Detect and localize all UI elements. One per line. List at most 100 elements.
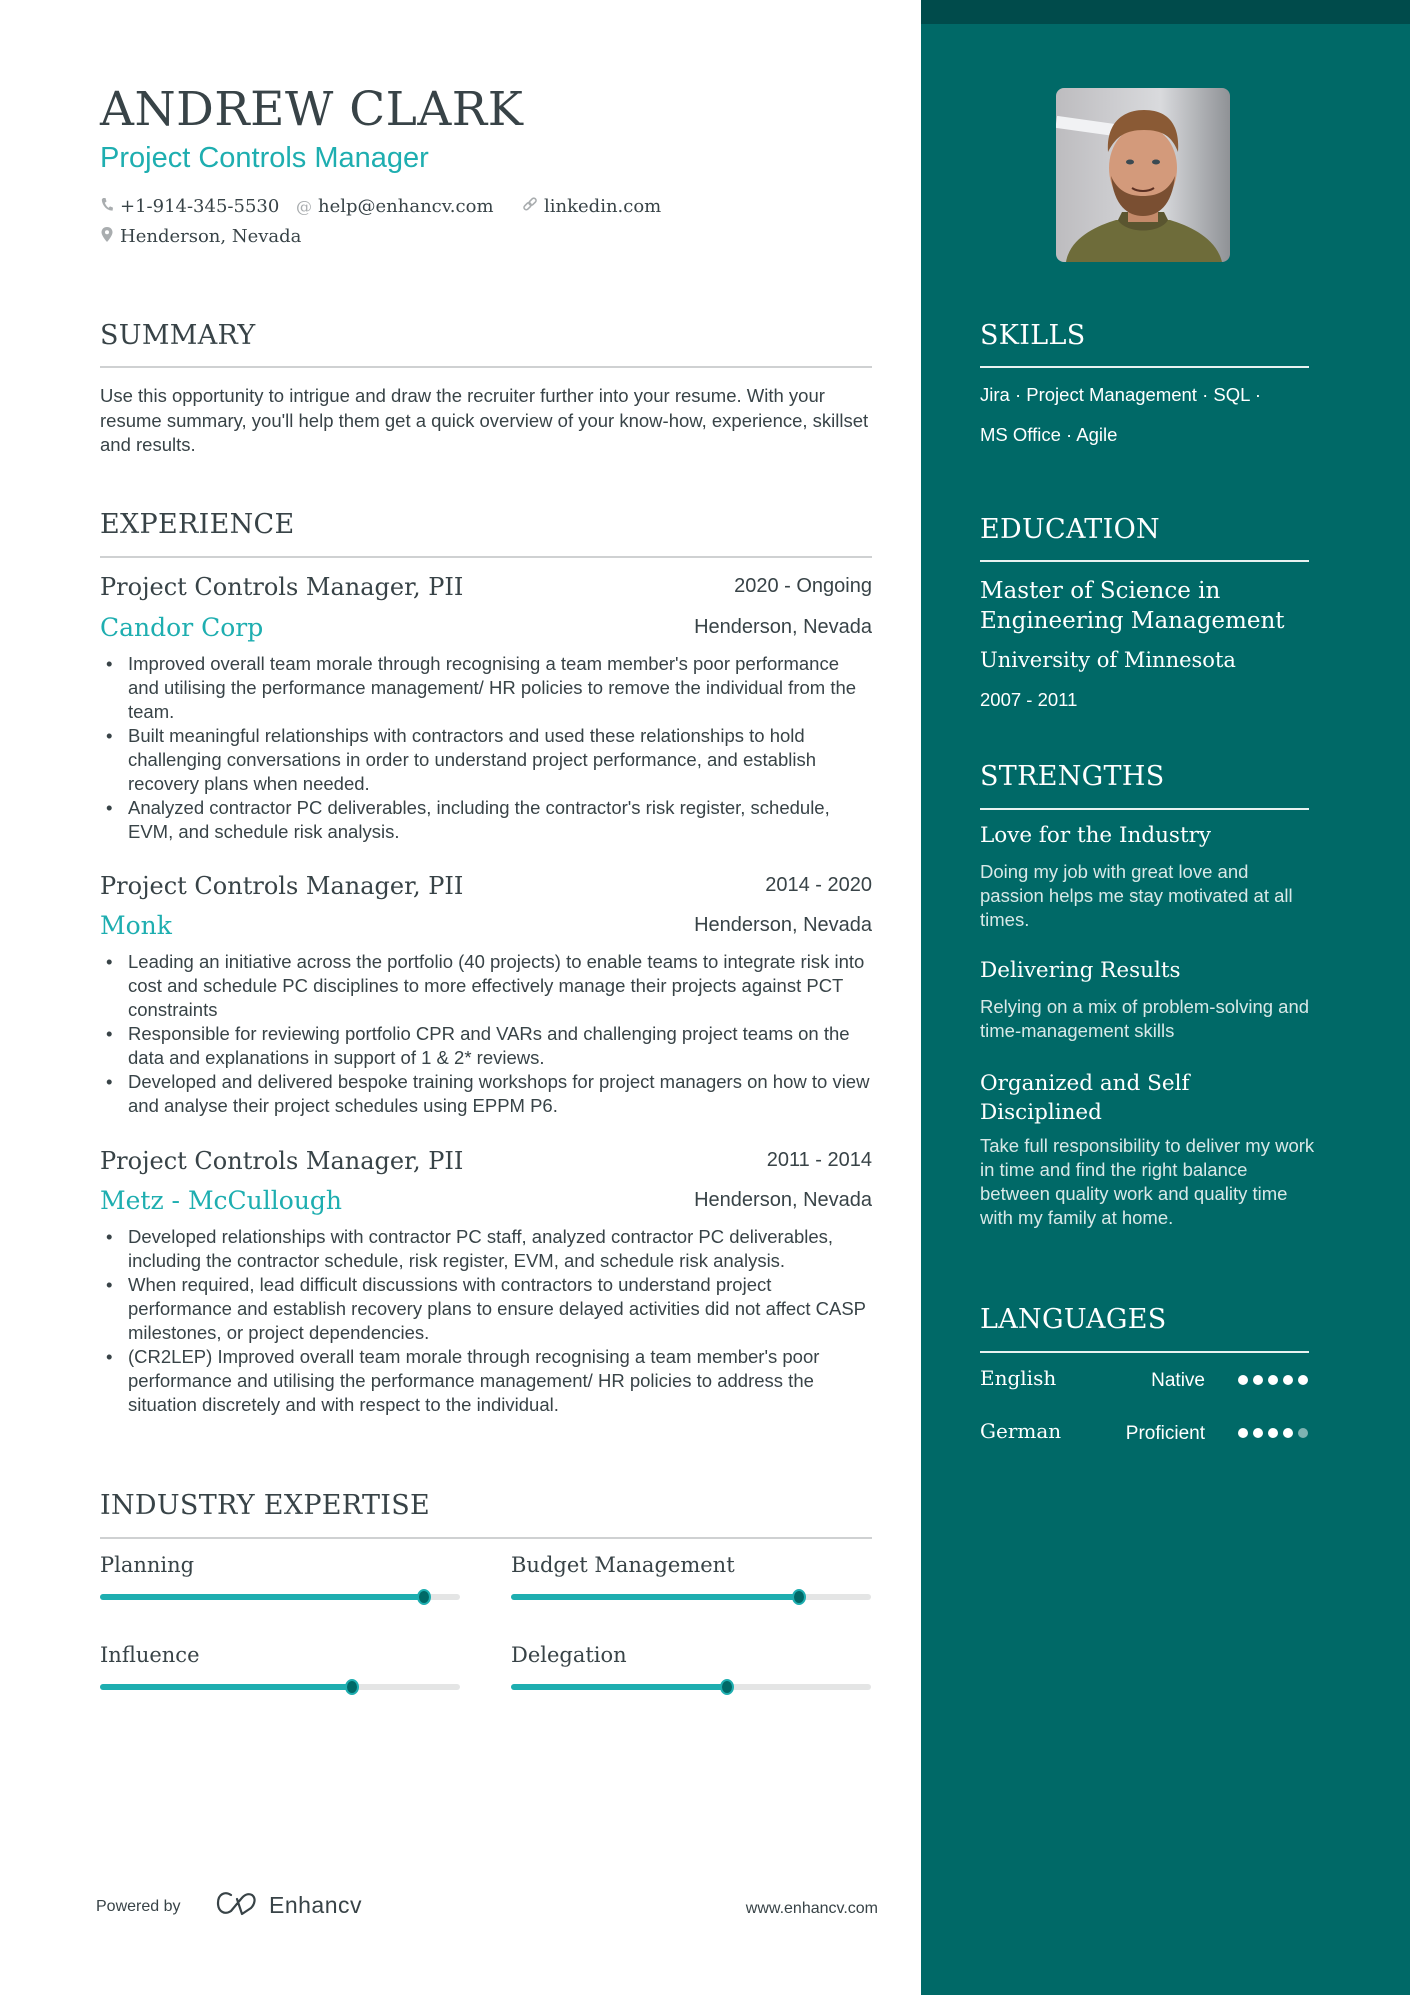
powered-by-label: Powered by — [96, 1898, 181, 1915]
expertise-bar-fill — [100, 1684, 352, 1690]
languages-heading: LANGUAGES — [980, 1304, 1167, 1335]
rating-dot-filled — [1253, 1375, 1263, 1385]
expertise-bar-fill — [511, 1684, 727, 1690]
education-divider — [980, 560, 1309, 562]
job-bullet: Built meaningful relationships with cont… — [106, 724, 872, 796]
company-name: Monk — [100, 911, 172, 940]
language-name: English — [980, 1366, 1057, 1390]
expertise-bar-knob — [417, 1589, 431, 1605]
language-level: Native — [1151, 1370, 1205, 1391]
map-pin-icon — [100, 226, 114, 247]
summary-divider — [100, 366, 872, 368]
education-degree-line-1: Master of Science in — [980, 578, 1221, 604]
rating-dot-filled — [1253, 1428, 1263, 1438]
job-bullet: Responsible for reviewing portfolio CPR … — [106, 1022, 872, 1070]
strength-description: Doing my job with great love and passion… — [980, 861, 1293, 930]
education-school: University of Minnesota — [980, 648, 1236, 672]
rating-dot-filled — [1268, 1375, 1278, 1385]
company-name: Metz - McCullough — [100, 1186, 343, 1215]
job-bullets: Leading an initiative across the portfol… — [100, 950, 872, 1118]
website-link[interactable]: www.enhancv.com — [746, 1900, 878, 1918]
rating-dot-filled — [1238, 1375, 1248, 1385]
link-icon — [522, 196, 538, 217]
language-rating — [1238, 1375, 1308, 1385]
rating-dot-filled — [1298, 1375, 1308, 1385]
job-bullets: Improved overall team morale through rec… — [100, 652, 872, 844]
phone-icon — [100, 197, 114, 217]
rating-dot-filled — [1283, 1428, 1293, 1438]
language-level: Proficient — [1125, 1423, 1205, 1444]
job-bullet: Leading an initiative across the portfol… — [106, 950, 872, 1022]
job-bullet: Developed and delivered bespoke training… — [106, 1070, 872, 1118]
experience-heading: EXPERIENCE — [100, 509, 295, 540]
sidebar-top-band — [921, 0, 1410, 24]
contact-linkedin[interactable]: linkedin.com — [522, 196, 661, 217]
email-link[interactable]: help@enhancv.com — [318, 196, 494, 217]
job-dates: 2020 - Ongoing — [734, 575, 872, 597]
job-location: Henderson, Nevada — [694, 914, 872, 936]
strength-title: Love for the Industry — [980, 823, 1212, 848]
expertise-bar-fill — [511, 1594, 799, 1600]
expertise-divider — [100, 1537, 872, 1539]
job-location: Henderson, Nevada — [694, 616, 872, 638]
strength-description: Take full responsibility to deliver my w… — [980, 1135, 1315, 1228]
contact-location: Henderson, Nevada — [100, 226, 301, 247]
enhancv-logo-icon — [215, 1890, 261, 1920]
job-bullets: Developed relationships with contractor … — [100, 1225, 872, 1417]
rating-dot-filled — [1238, 1428, 1248, 1438]
expertise-label: Budget Management — [511, 1553, 735, 1577]
language-name: German — [980, 1419, 1062, 1443]
expertise-label: Influence — [100, 1643, 200, 1667]
strength-title: Delivering Results — [980, 958, 1181, 983]
contact-phone: +1-914-345-5530 — [100, 196, 279, 217]
expertise-heading: INDUSTRY EXPERTISE — [100, 1490, 431, 1521]
expertise-bar — [100, 1679, 460, 1695]
candidate-title: Project Controls Manager — [100, 142, 429, 174]
expertise-bar — [511, 1679, 871, 1695]
expertise-bar — [100, 1589, 460, 1605]
job-dates: 2011 - 2014 — [766, 1149, 872, 1171]
education-heading: EDUCATION — [980, 514, 1160, 545]
company-name: Candor Corp — [100, 613, 264, 642]
summary-heading: SUMMARY — [100, 320, 256, 351]
job-location: Henderson, Nevada — [694, 1189, 872, 1211]
expertise-label: Delegation — [511, 1643, 627, 1667]
expertise-bar-knob — [345, 1679, 359, 1695]
skills-line-2: MS Office · Agile — [980, 424, 1118, 445]
job-dates: 2014 - 2020 — [765, 874, 872, 896]
job-bullet: Improved overall team morale through rec… — [106, 652, 872, 724]
summary-text: Use this opportunity to intrigue and dra… — [100, 385, 869, 455]
job-title: Project Controls Manager, PII — [100, 573, 464, 601]
skills-divider — [980, 366, 1309, 368]
skills-heading: SKILLS — [980, 320, 1086, 351]
strengths-divider — [980, 808, 1309, 810]
job-title: Project Controls Manager, PII — [100, 872, 464, 900]
at-icon: @ — [296, 197, 312, 216]
rating-dot-filled — [1283, 1375, 1293, 1385]
job-bullet: Analyzed contractor PC deliverables, inc… — [106, 796, 872, 844]
contact-email[interactable]: @ help@enhancv.com — [296, 196, 494, 217]
profile-photo — [1056, 88, 1230, 262]
linkedin-link[interactable]: linkedin.com — [544, 196, 661, 217]
strength-title: Organized and Self Disciplined — [980, 1071, 1190, 1125]
enhancv-brand-name: Enhancv — [269, 1891, 363, 1918]
education-dates: 2007 - 2011 — [980, 689, 1078, 710]
location-text: Henderson, Nevada — [120, 226, 302, 247]
strengths-heading: STRENGTHS — [980, 761, 1165, 792]
expertise-bar-fill — [100, 1594, 424, 1600]
enhancv-brand[interactable]: Enhancv — [215, 1890, 362, 1920]
rating-dot-filled — [1268, 1428, 1278, 1438]
experience-divider — [100, 556, 872, 558]
job-title: Project Controls Manager, PII — [100, 1147, 464, 1175]
expertise-label: Planning — [100, 1553, 195, 1577]
candidate-name: ANDREW CLARK — [100, 82, 524, 137]
rating-dot-empty — [1298, 1428, 1308, 1438]
languages-divider — [980, 1351, 1309, 1353]
expertise-bar-knob — [792, 1589, 806, 1605]
skills-line-1: Jira · Project Management · SQL · — [980, 384, 1262, 405]
education-degree-line-2: Engineering Management — [980, 608, 1285, 634]
strength-description: Relying on a mix of problem-solving and … — [980, 996, 1310, 1041]
expertise-bar — [511, 1589, 871, 1605]
job-bullet: When required, lead difficult discussion… — [106, 1273, 872, 1345]
job-bullet: (CR2LEP) Improved overall team morale th… — [106, 1345, 872, 1417]
